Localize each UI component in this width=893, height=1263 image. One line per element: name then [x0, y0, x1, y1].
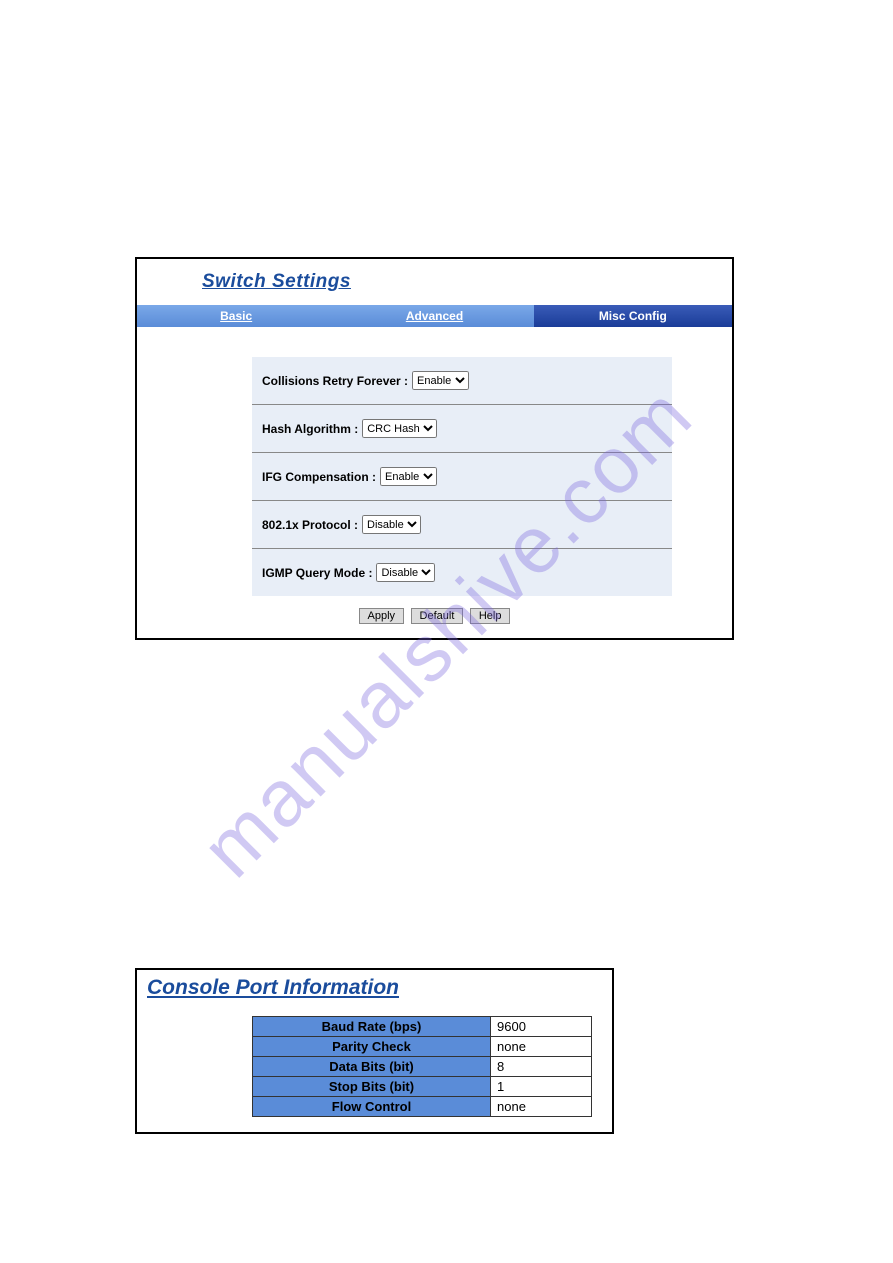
default-button[interactable]: Default: [411, 608, 464, 624]
switch-settings-title: Switch Settings: [137, 259, 732, 305]
config-form: Collisions Retry Forever : Enable Hash A…: [252, 357, 672, 596]
baud-rate-label: Baud Rate (bps): [253, 1017, 491, 1037]
hash-algorithm-label: Hash Algorithm :: [262, 422, 358, 436]
console-port-panel: Console Port Information Baud Rate (bps)…: [135, 968, 614, 1134]
8021x-protocol-select[interactable]: Disable: [362, 515, 421, 534]
collisions-retry-label: Collisions Retry Forever :: [262, 374, 408, 388]
table-row: Data Bits (bit) 8: [253, 1057, 592, 1077]
tab-basic[interactable]: Basic: [137, 305, 335, 327]
console-port-title: Console Port Information: [137, 970, 612, 1004]
data-bits-value: 8: [491, 1057, 592, 1077]
button-row: Apply Default Help: [137, 596, 732, 638]
igmp-query-select[interactable]: Disable: [376, 563, 435, 582]
table-row: Parity Check none: [253, 1037, 592, 1057]
collisions-retry-row: Collisions Retry Forever : Enable: [252, 357, 672, 405]
collisions-retry-select[interactable]: Enable: [412, 371, 469, 390]
switch-settings-title-text: Switch Settings: [202, 271, 351, 292]
hash-algorithm-row: Hash Algorithm : CRC Hash: [252, 405, 672, 453]
table-row: Baud Rate (bps) 9600: [253, 1017, 592, 1037]
flow-control-value: none: [491, 1097, 592, 1117]
igmp-query-label: IGMP Query Mode :: [262, 566, 372, 580]
switch-settings-panel: Switch Settings Basic Advanced Misc Conf…: [135, 257, 734, 640]
data-bits-label: Data Bits (bit): [253, 1057, 491, 1077]
ifg-compensation-select[interactable]: Enable: [380, 467, 437, 486]
stop-bits-label: Stop Bits (bit): [253, 1077, 491, 1097]
console-port-title-text: Console Port Information: [147, 976, 399, 999]
tab-bar: Basic Advanced Misc Config: [137, 305, 732, 327]
table-row: Stop Bits (bit) 1: [253, 1077, 592, 1097]
help-button[interactable]: Help: [470, 608, 511, 624]
parity-check-value: none: [491, 1037, 592, 1057]
ifg-compensation-label: IFG Compensation :: [262, 470, 376, 484]
tab-advanced[interactable]: Advanced: [335, 305, 533, 327]
stop-bits-value: 1: [491, 1077, 592, 1097]
flow-control-label: Flow Control: [253, 1097, 491, 1117]
tab-misc-config[interactable]: Misc Config: [534, 305, 732, 327]
hash-algorithm-select[interactable]: CRC Hash: [362, 419, 437, 438]
console-port-table: Baud Rate (bps) 9600 Parity Check none D…: [252, 1016, 592, 1117]
apply-button[interactable]: Apply: [359, 608, 405, 624]
8021x-protocol-label: 802.1x Protocol :: [262, 518, 358, 532]
parity-check-label: Parity Check: [253, 1037, 491, 1057]
8021x-protocol-row: 802.1x Protocol : Disable: [252, 501, 672, 549]
table-row: Flow Control none: [253, 1097, 592, 1117]
ifg-compensation-row: IFG Compensation : Enable: [252, 453, 672, 501]
igmp-query-row: IGMP Query Mode : Disable: [252, 549, 672, 596]
baud-rate-value: 9600: [491, 1017, 592, 1037]
